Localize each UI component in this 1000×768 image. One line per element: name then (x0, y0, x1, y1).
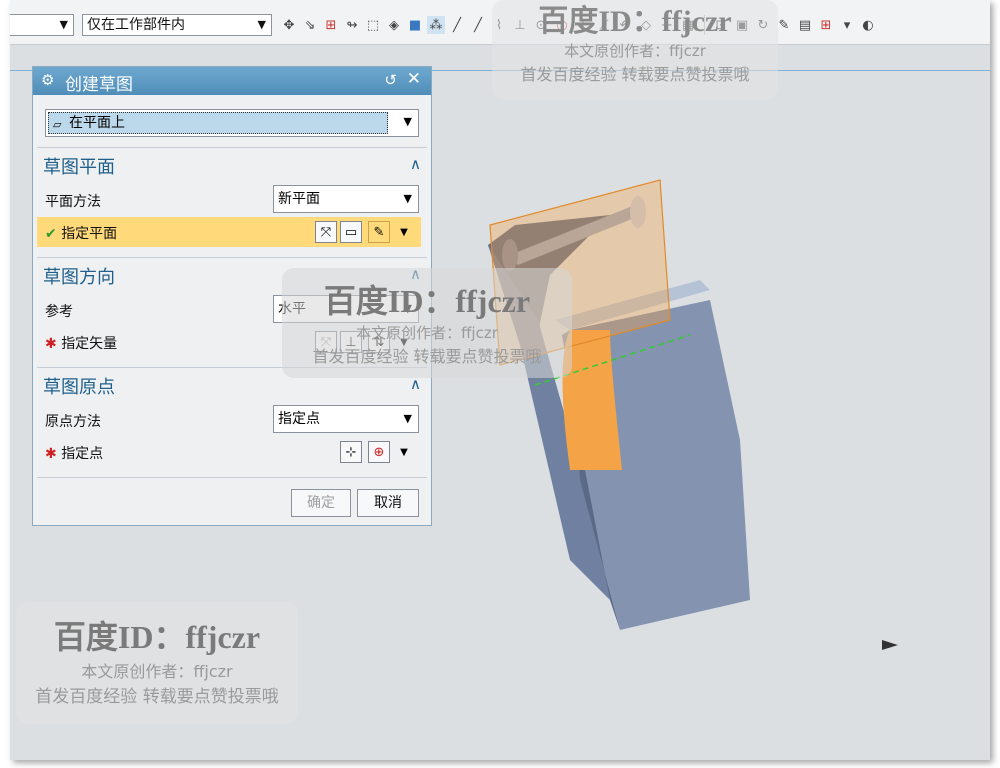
reset-icon[interactable]: ↺ (384, 71, 397, 89)
watermark-line1: 本文原创作者：ffjczr (564, 42, 706, 60)
sketch-type-value: 在平面上 (69, 115, 125, 131)
section-divider (37, 147, 427, 148)
required-icon: ✱ (45, 336, 57, 352)
gear-icon[interactable]: ⚙ (41, 71, 54, 89)
section-divider (37, 477, 427, 478)
plane-method-value: 新平面 (278, 191, 320, 207)
origin-method-dropdown[interactable]: 指定点 ▼ (273, 405, 419, 433)
app-window: ▼ 仅在工作部件内 ▼ ✥ ⇘ ⊞ ↬ ⬚ ◈ ■ ⁂ ╱ ╱ ⌇ ⊥ ⊙ ○ … (10, 0, 990, 760)
sketch-type-field: ▱ 在平面上 (48, 112, 388, 134)
collapse-plane-icon[interactable]: ∧ (410, 155, 421, 173)
chevron-down-icon: ▼ (400, 446, 408, 458)
watermark-line1: 本文原创作者：ffjczr (356, 324, 498, 342)
specify-vector-label: 指定矢量 (61, 336, 118, 352)
specify-plane-label: 指定平面 (61, 226, 118, 242)
close-icon[interactable]: ✕ (407, 69, 421, 89)
plane-inference-button[interactable]: ⤧ (315, 221, 337, 243)
plane-dialog-button[interactable]: ✎ (368, 221, 390, 243)
section-title-origin: 草图原点 (43, 377, 115, 398)
watermark-line2: 首发百度经验 转载要点赞投票哦 (312, 347, 542, 366)
section-title-orientation: 草图方向 (43, 267, 115, 288)
chevron-down-icon: ▼ (403, 115, 412, 128)
chevron-down-icon: ▼ (400, 226, 408, 238)
specify-plane-label-wrap: ✔ 指定平面 (45, 223, 117, 243)
inference-icon: ⤧ (320, 224, 332, 240)
ok-button[interactable]: 确定 (291, 489, 351, 517)
plane-type-icon: ▱ (53, 118, 62, 131)
watermark-title: 百度ID：ffjczr (538, 5, 732, 38)
specify-point-label-wrap: ✱ 指定点 (45, 443, 103, 463)
watermark-bottom: 百度ID：ffjczr 本文原创作者：ffjczr 首发百度经验 转载要点赞投票… (16, 602, 298, 724)
plane-method-label: 平面方法 (45, 194, 101, 210)
point-icon: ⊹ (345, 444, 357, 460)
watermark-top: 百度ID：ffjczr 本文原创作者：ffjczr 首发百度经验 转载要点赞投票… (492, 0, 778, 100)
watermark-middle: 百度ID：ffjczr 本文原创作者：ffjczr 首发百度经验 转载要点赞投票… (282, 268, 572, 378)
mouse-cursor-icon (882, 640, 898, 650)
check-icon: ✔ (45, 226, 57, 242)
dialog-title-bar[interactable]: ⚙ 创建草图 ↺ ✕ (33, 67, 431, 95)
3d-model (488, 179, 750, 630)
reference-label: 参考 (45, 304, 73, 320)
circle-point-icon: ⊕ (373, 444, 385, 460)
chevron-down-icon: ▼ (403, 412, 412, 425)
point-options-dropdown[interactable]: ▼ (397, 441, 411, 463)
watermark-line1: 本文原创作者：ffjczr (81, 662, 233, 681)
plane-options-dropdown[interactable]: ▼ (397, 221, 411, 243)
specify-vector-label-wrap: ✱ 指定矢量 (45, 333, 117, 353)
plane-method-dropdown[interactable]: 新平面 ▼ (273, 185, 419, 213)
point-constructor-button[interactable]: ⊹ (340, 441, 362, 463)
sketch-type-dropdown[interactable]: ▱ 在平面上 ▼ (45, 109, 419, 137)
origin-method-label: 原点方法 (45, 414, 101, 430)
watermark-line2: 首发百度经验 转载要点赞投票哦 (35, 687, 279, 707)
origin-method-value: 指定点 (278, 411, 320, 427)
watermark-title: 百度ID：ffjczr (323, 283, 531, 319)
plane-icon: ▭ (344, 224, 358, 240)
required-icon: ✱ (45, 446, 57, 462)
section-divider (37, 257, 427, 258)
plane-edit-icon: ✎ (373, 224, 385, 240)
chevron-down-icon: ▼ (403, 192, 412, 205)
plane-reverse-button[interactable]: ▭ (340, 221, 362, 243)
cancel-button[interactable]: 取消 (357, 489, 419, 517)
specify-point-label: 指定点 (61, 446, 104, 462)
watermark-title: 百度ID：ffjczr (53, 619, 261, 655)
watermark-line2: 首发百度经验 转载要点赞投票哦 (520, 65, 750, 84)
section-title-plane: 草图平面 (43, 157, 115, 178)
dialog-title: 创建草图 (65, 75, 133, 95)
point-inference-button[interactable]: ⊕ (368, 441, 390, 463)
